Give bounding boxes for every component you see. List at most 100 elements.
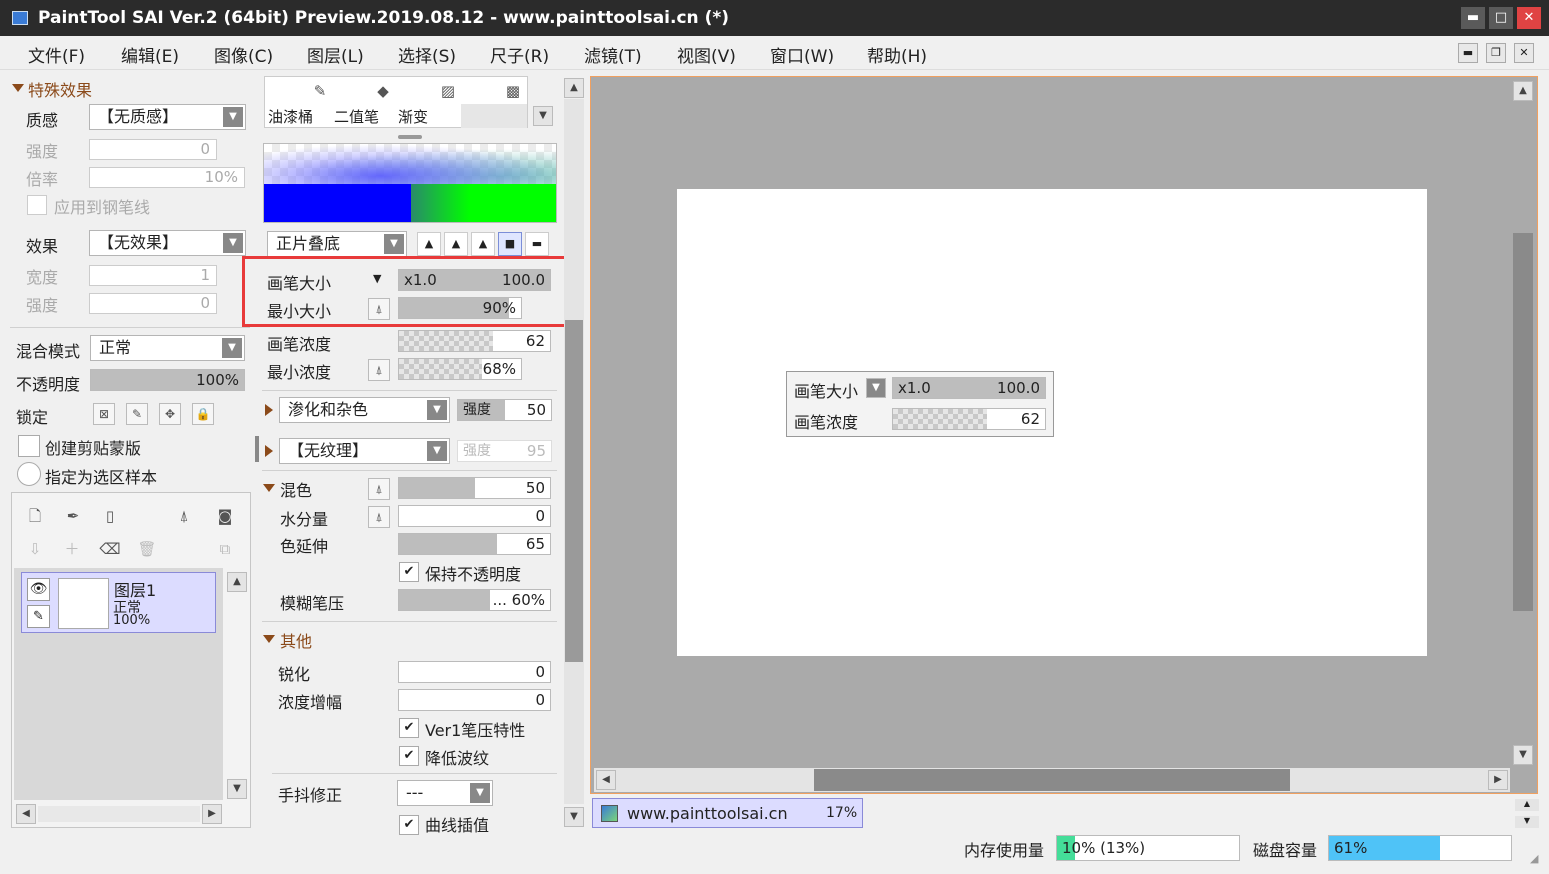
- layer-row[interactable]: 👁 ✎ 图层1 正常 100%: [21, 572, 216, 633]
- eye-icon[interactable]: 👁: [27, 578, 50, 601]
- canvas-vscroll-thumb[interactable]: [1513, 233, 1533, 611]
- layer-hscroll-track[interactable]: [38, 806, 200, 822]
- effect-select[interactable]: 【无效果】 ▼: [89, 230, 246, 256]
- popup-size-slider[interactable]: x1.0 100.0: [892, 377, 1046, 399]
- minimize-button[interactable]: ▬: [1461, 7, 1485, 29]
- new-layer-icon[interactable]: 🗋: [24, 505, 46, 527]
- menu-view[interactable]: 视图(V): [677, 42, 736, 67]
- pressure-icon[interactable]: ⍋: [368, 506, 390, 528]
- lock-transparency-icon[interactable]: ⊠: [93, 403, 115, 425]
- scale-field[interactable]: 10%: [89, 167, 245, 188]
- menu-ruler[interactable]: 尺子(R): [490, 42, 549, 67]
- merge-down-icon[interactable]: ⇩: [24, 538, 46, 560]
- ver1-checkbox[interactable]: ✔: [399, 718, 419, 738]
- blur-slider[interactable]: ... 60%: [398, 589, 551, 611]
- canvas-scroll-left[interactable]: ◀: [596, 770, 616, 790]
- resize-grip[interactable]: [398, 135, 422, 139]
- menu-edit[interactable]: 编辑(E): [121, 42, 179, 67]
- color-blue-swatch[interactable]: [264, 184, 411, 222]
- noise-strength-slider[interactable]: 强度 50: [457, 399, 552, 421]
- noise-select[interactable]: 渗化和杂色 ▼: [279, 397, 450, 423]
- bucket-icon[interactable]: ✎: [309, 80, 331, 102]
- tab-scroll-up[interactable]: ▲: [1515, 799, 1539, 811]
- mdi-minimize-button[interactable]: ▬: [1458, 43, 1478, 63]
- brush-scroll-down[interactable]: ▼: [564, 807, 584, 827]
- menu-help[interactable]: 帮助(H): [867, 42, 927, 67]
- blend-mode-select[interactable]: 正常 ▼: [90, 335, 245, 361]
- layer-scroll-up[interactable]: ▲: [227, 572, 247, 592]
- keep-opacity-checkbox[interactable]: ✔: [399, 562, 419, 582]
- brush-blend-select[interactable]: 正片叠底 ▼: [267, 231, 407, 257]
- menu-file[interactable]: 文件(F): [28, 42, 85, 67]
- mix-section-label[interactable]: 混色: [280, 477, 312, 501]
- menu-select[interactable]: 选择(S): [398, 42, 456, 67]
- canvas-hscroll-thumb[interactable]: [814, 769, 1290, 791]
- canvas-scroll-up[interactable]: ▲: [1513, 81, 1533, 101]
- lock-move-icon[interactable]: ✥: [159, 403, 181, 425]
- pressure-icon[interactable]: ⍋: [368, 359, 390, 381]
- brush-shape-soft-icon[interactable]: ▲: [444, 232, 468, 256]
- stretch-slider[interactable]: 65: [398, 533, 551, 555]
- color-green-swatch[interactable]: [411, 184, 556, 222]
- brush-size-slider[interactable]: x1.0 100.0: [398, 269, 551, 291]
- expand-triangle-icon[interactable]: [265, 404, 273, 416]
- collapse-triangle-icon[interactable]: [12, 84, 24, 92]
- brush-shape-rect-icon[interactable]: ▬: [525, 232, 549, 256]
- maximize-button[interactable]: □: [1489, 7, 1513, 29]
- clear-layer-icon[interactable]: ⌫: [99, 538, 121, 560]
- transfer-icon[interactable]: ⧉: [214, 538, 236, 560]
- pressure-icon[interactable]: ⍋: [368, 298, 390, 320]
- popup-density-slider[interactable]: 62: [892, 408, 1046, 430]
- layer-scroll-down[interactable]: ▼: [227, 779, 247, 799]
- brush-shape-flat-icon[interactable]: ▲: [471, 232, 495, 256]
- mask-icon[interactable]: ⍋: [173, 505, 195, 527]
- ripple-checkbox[interactable]: ✔: [399, 746, 419, 766]
- curve-checkbox[interactable]: ✔: [399, 815, 419, 835]
- opacity-slider[interactable]: 100%: [90, 369, 245, 391]
- mdi-close-button[interactable]: ✕: [1514, 43, 1534, 63]
- tool-bucket[interactable]: 油漆桶: [268, 106, 313, 127]
- texture-select[interactable]: 【无质感】 ▼: [89, 104, 246, 130]
- brush-scroll-thumb[interactable]: [565, 320, 583, 662]
- mdi-restore-button[interactable]: ❐: [1486, 43, 1506, 63]
- brush-texture-select[interactable]: 【无纹理】 ▼: [279, 438, 450, 464]
- selection-sample-radio[interactable]: [17, 462, 41, 486]
- panel-splitter[interactable]: [255, 436, 259, 462]
- water-slider[interactable]: 0: [398, 505, 551, 527]
- menu-filter[interactable]: 滤镜(T): [584, 42, 642, 67]
- layer-scroll-right[interactable]: ▶: [202, 804, 222, 824]
- stabilizer-select[interactable]: --- ▼: [397, 780, 493, 806]
- new-pen-layer-icon[interactable]: ✒: [62, 505, 84, 527]
- binary-pen-icon[interactable]: ◆: [372, 80, 394, 102]
- texture-strength-slider[interactable]: 强度 95: [457, 440, 552, 462]
- canvas-scroll-down[interactable]: ▼: [1513, 745, 1533, 765]
- duplicate-layer-icon[interactable]: ＋: [61, 538, 83, 560]
- resize-grip-icon[interactable]: ◢: [1530, 852, 1538, 865]
- sharpen-slider[interactable]: 0: [398, 661, 551, 683]
- brush-shape-square-icon[interactable]: ■: [498, 232, 522, 256]
- min-density-slider[interactable]: 68%: [398, 358, 522, 380]
- brush-scroll-up[interactable]: ▲: [564, 78, 584, 98]
- new-folder-icon[interactable]: ▯: [99, 505, 121, 527]
- min-size-slider[interactable]: 90%: [398, 297, 522, 319]
- mix-slider[interactable]: 50: [398, 477, 551, 499]
- popup-dropdown-icon[interactable]: ▼: [866, 378, 886, 398]
- document-tab[interactable]: www.painttoolsai.cn 17%: [592, 798, 863, 828]
- clip-mask-checkbox[interactable]: [18, 435, 40, 457]
- menu-window[interactable]: 窗口(W): [770, 42, 834, 67]
- layer-mask-icon[interactable]: ◙: [214, 505, 236, 527]
- other-section-label[interactable]: 其他: [280, 628, 312, 652]
- pressure-icon[interactable]: ⍋: [368, 478, 390, 500]
- collapse-triangle-icon[interactable]: [263, 635, 275, 643]
- layer-scroll-left[interactable]: ◀: [16, 804, 36, 824]
- tool-palette-dropdown[interactable]: ▼: [533, 106, 553, 126]
- effects-header[interactable]: 特殊效果: [28, 77, 92, 101]
- canvas-scroll-right[interactable]: ▶: [1488, 770, 1508, 790]
- strength-field[interactable]: 0: [89, 139, 217, 160]
- tool-binary-pen[interactable]: 二值笔: [334, 106, 379, 127]
- width-field[interactable]: 1: [89, 265, 217, 286]
- tool-extra-icon[interactable]: ▩: [502, 80, 524, 102]
- boost-slider[interactable]: 0: [398, 689, 551, 711]
- tool-gradient[interactable]: 渐变: [398, 106, 428, 127]
- menu-layer[interactable]: 图层(L): [307, 42, 364, 67]
